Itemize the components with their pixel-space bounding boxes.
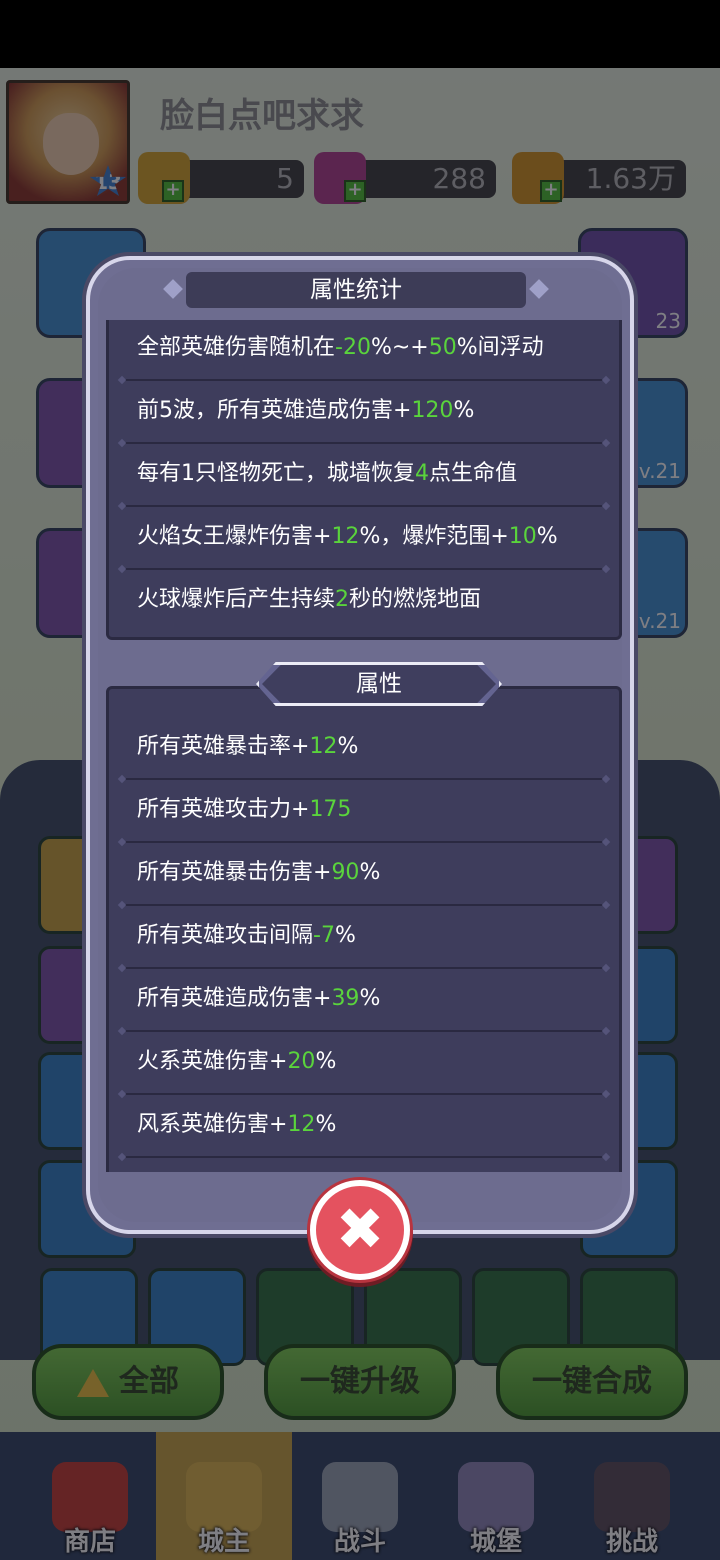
attr-value: 20 (287, 1049, 316, 1074)
stat-row: 前5波，所有英雄造成伤害+120% (109, 383, 619, 446)
close-button[interactable]: ✖ (310, 1180, 410, 1280)
stat-text: %，爆炸范围+ (359, 524, 509, 549)
nav-challenge[interactable]: 挑战 (564, 1432, 700, 1560)
upgrade-all-button[interactable]: 一键升级 (264, 1344, 456, 1420)
stat-value: 10 (508, 524, 537, 549)
attr-text: 风系英雄伤害+ (137, 1112, 288, 1137)
nav-challenge-label: 挑战 (605, 1527, 658, 1557)
player-name: 脸白点吧求求 (160, 96, 364, 136)
modal-title: 属性统计 (310, 277, 402, 303)
avatar-face (43, 113, 99, 175)
stats-modal: 属性统计 全部英雄伤害随机在-20%~+50%间浮动 前5波，所有英雄造成伤害+… (86, 256, 634, 1234)
attribute-row: 所有英雄造成伤害+39% (109, 971, 619, 1034)
attr-text: 所有英雄暴击率+ (137, 734, 310, 759)
stat-text: 每有1只怪物死亡，城墙恢复 (137, 461, 415, 486)
stat-text: 前5波，所有英雄造成伤害+ (137, 398, 412, 423)
stat-text: 点生命值 (429, 461, 518, 486)
row-divider (123, 841, 605, 843)
add-gems-button[interactable]: + (344, 180, 366, 202)
attribute-row: 所有英雄攻击力+175 (109, 782, 619, 845)
nav-battle[interactable]: 战斗 (292, 1432, 428, 1560)
stat-text: % (536, 524, 558, 549)
row-divider (123, 778, 605, 780)
player-avatar[interactable]: 13 (6, 80, 130, 204)
attr-text: % (315, 1049, 337, 1074)
stat-text: 火球爆炸后产生持续 (137, 587, 336, 612)
attr-text: 所有英雄攻击间隔 (137, 923, 314, 948)
stat-value: 50 (428, 335, 457, 360)
attr-value: -7 (313, 923, 335, 948)
nav-lord[interactable]: 城主 (156, 1432, 292, 1560)
attr-text: 所有英雄暴击伤害+ (137, 860, 332, 885)
stat-row: 火球爆炸后产生持续2秒的燃烧地面 (109, 572, 619, 635)
stat-value: -20 (335, 335, 371, 360)
row-divider (123, 568, 605, 570)
attr-text: 所有英雄造成伤害+ (137, 986, 332, 1011)
nav-battle-label: 战斗 (333, 1527, 386, 1557)
stat-row: 火焰女王爆炸伤害+12%，爆炸范围+10% (109, 509, 619, 572)
card-level-label: 23 (655, 309, 681, 333)
modal-title-bar: 属性统计 (163, 272, 549, 308)
row-divider (123, 904, 605, 906)
attribute-row: 风系英雄伤害+12% (109, 1097, 619, 1160)
row-divider (123, 505, 605, 507)
stat-text: %间浮动 (456, 335, 544, 360)
stats-summary-list: 全部英雄伤害随机在-20%~+50%间浮动 前5波，所有英雄造成伤害+120% … (106, 320, 622, 640)
nav-castle[interactable]: 城堡 (428, 1432, 564, 1560)
stat-row: 每有1只怪物死亡，城墙恢复4点生命值 (109, 446, 619, 509)
triangle-icon (77, 1368, 109, 1397)
attr-text: % (359, 986, 381, 1011)
attr-value: 12 (309, 734, 338, 759)
stat-text: 秒的燃烧地面 (349, 587, 482, 612)
resource-gold: 5 (170, 160, 304, 198)
row-divider (123, 1093, 605, 1095)
attr-value: 90 (331, 860, 360, 885)
nav-castle-label: 城堡 (469, 1527, 522, 1557)
filter-all-label: 全部 (119, 1364, 179, 1399)
add-gold-button[interactable]: + (162, 180, 184, 202)
attribute-row: 所有英雄攻击间隔-7% (109, 908, 619, 971)
nav-shop[interactable]: 商店 (22, 1432, 158, 1560)
attribute-row: 所有英雄暴击伤害+90% (109, 845, 619, 908)
stats-scroll-area[interactable]: 全部英雄伤害随机在-20%~+50%间浮动 前5波，所有英雄造成伤害+120% … (106, 320, 622, 1172)
attr-text: 所有英雄攻击力+ (137, 797, 310, 822)
stat-text: % (453, 398, 475, 423)
nav-lord-label: 城主 (197, 1527, 250, 1557)
row-divider (123, 967, 605, 969)
stat-value: 4 (415, 461, 429, 486)
attr-text: % (337, 734, 359, 759)
row-divider (123, 1156, 605, 1158)
attr-text: % (334, 923, 356, 948)
stat-text: 全部英雄伤害随机在 (137, 335, 336, 360)
stat-row: 全部英雄伤害随机在-20%~+50%间浮动 (109, 320, 619, 383)
row-divider (123, 1030, 605, 1032)
merge-all-button[interactable]: 一键合成 (496, 1344, 688, 1420)
attribute-row: 所有英雄暴击率+12% (109, 719, 619, 782)
attributes-section-header: 属性 (256, 662, 502, 706)
player-level-badge: 13 (89, 165, 127, 196)
card-level-label: v.21 (638, 609, 681, 633)
filter-all-button[interactable]: 全部 (32, 1344, 224, 1420)
row-divider (123, 379, 605, 381)
stat-value: 12 (331, 524, 360, 549)
stat-value: 120 (411, 398, 454, 423)
add-coins-button[interactable]: + (540, 180, 562, 202)
stat-text: %~+ (370, 335, 429, 360)
attr-value: 12 (287, 1112, 316, 1137)
close-icon: ✖ (335, 1195, 385, 1263)
attribute-row: 火系英雄伤害+20% (109, 1034, 619, 1097)
attr-value: 175 (309, 797, 352, 822)
attr-text: 火系英雄伤害+ (137, 1049, 288, 1074)
attributes-list: 所有英雄暴击率+12% 所有英雄攻击力+175 所有英雄暴击伤害+90% 所有英… (106, 686, 622, 1172)
attr-text: % (315, 1112, 337, 1137)
attr-text: % (359, 860, 381, 885)
stat-text: 火焰女王爆炸伤害+ (137, 524, 332, 549)
card-level-label: v.21 (638, 459, 681, 483)
stat-value: 2 (335, 587, 350, 612)
attr-value: 39 (331, 986, 360, 1011)
section-header-label: 属性 (356, 671, 402, 697)
nav-shop-label: 商店 (63, 1527, 116, 1557)
row-divider (123, 442, 605, 444)
